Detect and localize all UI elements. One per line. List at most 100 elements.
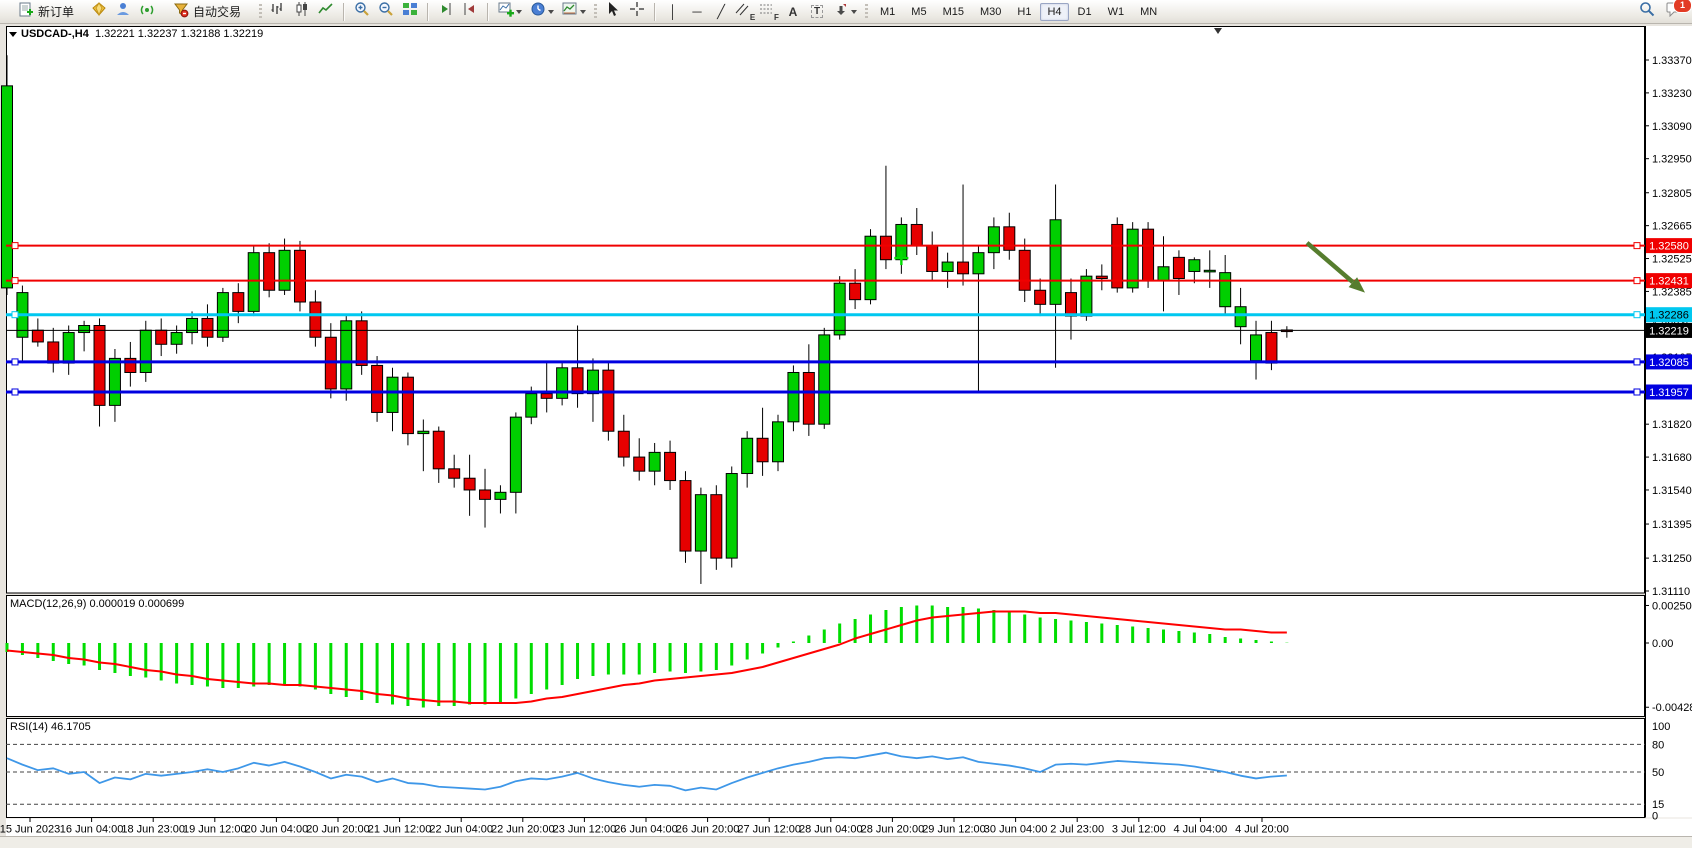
search-button[interactable]: [1636, 2, 1658, 22]
level-price-label: 1.32286: [1649, 310, 1689, 322]
level-anchor[interactable]: [12, 312, 18, 318]
community-button[interactable]: [112, 2, 134, 22]
collapse-triangle-icon[interactable]: [9, 32, 17, 37]
rsi-tick-label: 50: [1652, 767, 1664, 779]
macd-tick-label: 0.002502: [1652, 600, 1692, 612]
text-label-tool-button[interactable]: T: [806, 2, 828, 22]
rsi-tick-label: 15: [1652, 799, 1664, 811]
timeframe-mn-button[interactable]: MN: [1133, 3, 1164, 21]
zoom-out-button[interactable]: [375, 2, 397, 22]
horizontal-line-icon: ─: [692, 5, 701, 18]
toolbar-grip[interactable]: [865, 4, 868, 20]
level-price-label: 1.32085: [1649, 357, 1689, 369]
crosshair-button[interactable]: [626, 2, 648, 22]
publisher-button[interactable]: [88, 2, 110, 22]
candle: [433, 431, 444, 469]
level-anchor[interactable]: [1634, 278, 1640, 284]
candle: [63, 333, 74, 364]
level-anchor[interactable]: [1634, 389, 1640, 395]
line-chart-icon: [318, 1, 334, 22]
autotrading-button[interactable]: 自动交易: [160, 2, 254, 22]
candle: [680, 481, 691, 551]
cursor-button[interactable]: [602, 2, 624, 22]
date-label: 18 Jun 23:00: [121, 824, 185, 836]
trendline-tool-button[interactable]: ╱: [710, 2, 732, 22]
rsi-panel[interactable]: [7, 719, 1645, 818]
candle: [418, 431, 429, 433]
date-label: 29 Jun 12:00: [922, 824, 986, 836]
candle: [402, 377, 413, 433]
timeframe-d1-button[interactable]: D1: [1071, 3, 1099, 21]
periods-button[interactable]: [527, 2, 557, 22]
arrows-tool-button[interactable]: [830, 2, 860, 22]
candle: [634, 457, 645, 471]
level-anchor[interactable]: [12, 278, 18, 284]
candle: [557, 368, 568, 399]
candlestick-chart-button[interactable]: [291, 2, 313, 22]
symbol-period-label: USDCAD-,H4: [21, 28, 89, 40]
macd-tick-label: 0.00: [1652, 638, 1673, 650]
new-order-button[interactable]: 新订单: [6, 2, 86, 22]
level-anchor[interactable]: [12, 389, 18, 395]
trendline-icon: ╱: [717, 5, 725, 18]
templates-button[interactable]: [559, 2, 589, 22]
timeframe-h1-button[interactable]: H1: [1010, 3, 1038, 21]
candle: [942, 262, 953, 271]
candle: [572, 368, 583, 394]
level-anchor[interactable]: [1634, 243, 1640, 249]
text-tool-button[interactable]: A: [782, 2, 804, 22]
timeframe-h4-button[interactable]: H4: [1040, 3, 1068, 21]
level-anchor[interactable]: [1634, 312, 1640, 318]
level-anchor[interactable]: [12, 243, 18, 249]
auto-scroll-icon: [462, 1, 478, 22]
candle: [48, 342, 59, 363]
timeframe-w1-button[interactable]: W1: [1101, 3, 1132, 21]
mt4-application: { "toolbar": { "new_order_label": "新订单",…: [0, 0, 1692, 847]
level-anchor[interactable]: [12, 359, 18, 365]
line-chart-button[interactable]: [315, 2, 337, 22]
candle: [526, 394, 537, 417]
timeframe-m15-button[interactable]: M15: [936, 3, 971, 21]
chart-shift-button[interactable]: [435, 2, 457, 22]
signals-button[interactable]: [136, 2, 158, 22]
timeframe-m1-button[interactable]: M1: [873, 3, 902, 21]
candle: [279, 250, 290, 290]
tile-windows-button[interactable]: [399, 2, 421, 22]
candle: [834, 283, 845, 335]
toolbar-grip[interactable]: [594, 4, 597, 20]
macd-panel[interactable]: [7, 596, 1645, 717]
date-label: 26 Jun 04:00: [614, 824, 678, 836]
vertical-line-tool-button[interactable]: │: [662, 2, 684, 22]
clock-icon: [530, 1, 546, 22]
date-label: 27 Jun 12:00: [737, 824, 801, 836]
candle: [1189, 260, 1200, 272]
timeframe-m30-button[interactable]: M30: [973, 3, 1008, 21]
auto-scroll-button[interactable]: [459, 2, 481, 22]
timeframe-m5-button[interactable]: M5: [904, 3, 933, 21]
candle: [911, 224, 922, 245]
toolbar: 新订单 自动交易: [0, 0, 1692, 24]
level-anchor[interactable]: [1634, 359, 1640, 365]
candle: [387, 377, 398, 412]
chart-canvas[interactable]: 1.333701.332301.330901.329501.328051.326…: [0, 0, 1692, 847]
candle: [1112, 224, 1123, 287]
candle: [788, 372, 799, 421]
new-order-icon: [18, 2, 34, 21]
chevron-down-icon: [580, 10, 586, 14]
indicators-button[interactable]: [495, 2, 525, 22]
zoom-in-button[interactable]: [351, 2, 373, 22]
arrows-icon: [833, 1, 849, 22]
candle: [850, 283, 861, 299]
toolbar-grip[interactable]: [259, 4, 262, 20]
notifications-button[interactable]: 1: [1664, 2, 1686, 22]
chart-shift-icon: [438, 1, 454, 22]
candle: [341, 321, 352, 389]
horizontal-line-tool-button[interactable]: ─: [686, 2, 708, 22]
fibonacci-tool-button[interactable]: F: [758, 2, 780, 22]
candle: [32, 330, 43, 342]
equidistant-channel-button[interactable]: E: [734, 2, 756, 22]
bar-chart-button[interactable]: [267, 2, 289, 22]
text-label-icon: T: [811, 5, 823, 18]
price-tick-label: 1.32950: [1652, 154, 1692, 166]
date-label: 4 Jul 20:00: [1235, 824, 1289, 836]
